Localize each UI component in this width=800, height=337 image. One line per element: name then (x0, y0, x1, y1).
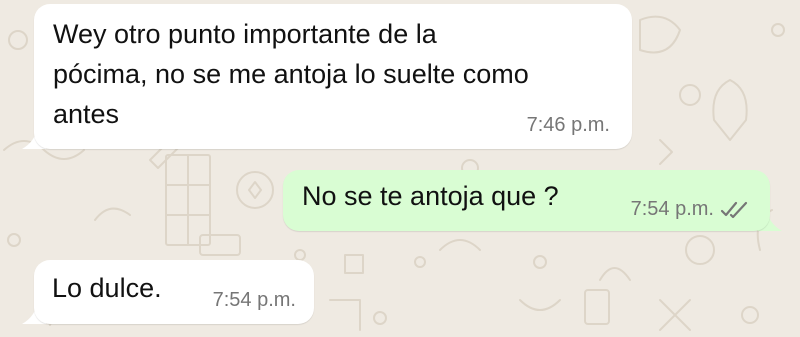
outgoing-message-bubble[interactable]: No se te antoja que ? 7:54 p.m. (283, 170, 770, 231)
message-text: Lo dulce. (52, 273, 162, 303)
double-check-icon (720, 201, 748, 218)
incoming-message-bubble[interactable]: Wey otro punto importante de la pócima, … (34, 4, 632, 149)
incoming-message-bubble[interactable]: Lo dulce. 7:54 p.m. (34, 260, 314, 324)
message-text: No se te antoja que ? (302, 181, 559, 211)
message-timestamp: 7:54 p.m. (631, 198, 750, 221)
message-timestamp: 7:46 p.m. (526, 114, 610, 136)
message-timestamp: 7:54 p.m. (212, 289, 296, 311)
message-text: Wey otro punto importante de la pócima, … (53, 19, 529, 129)
